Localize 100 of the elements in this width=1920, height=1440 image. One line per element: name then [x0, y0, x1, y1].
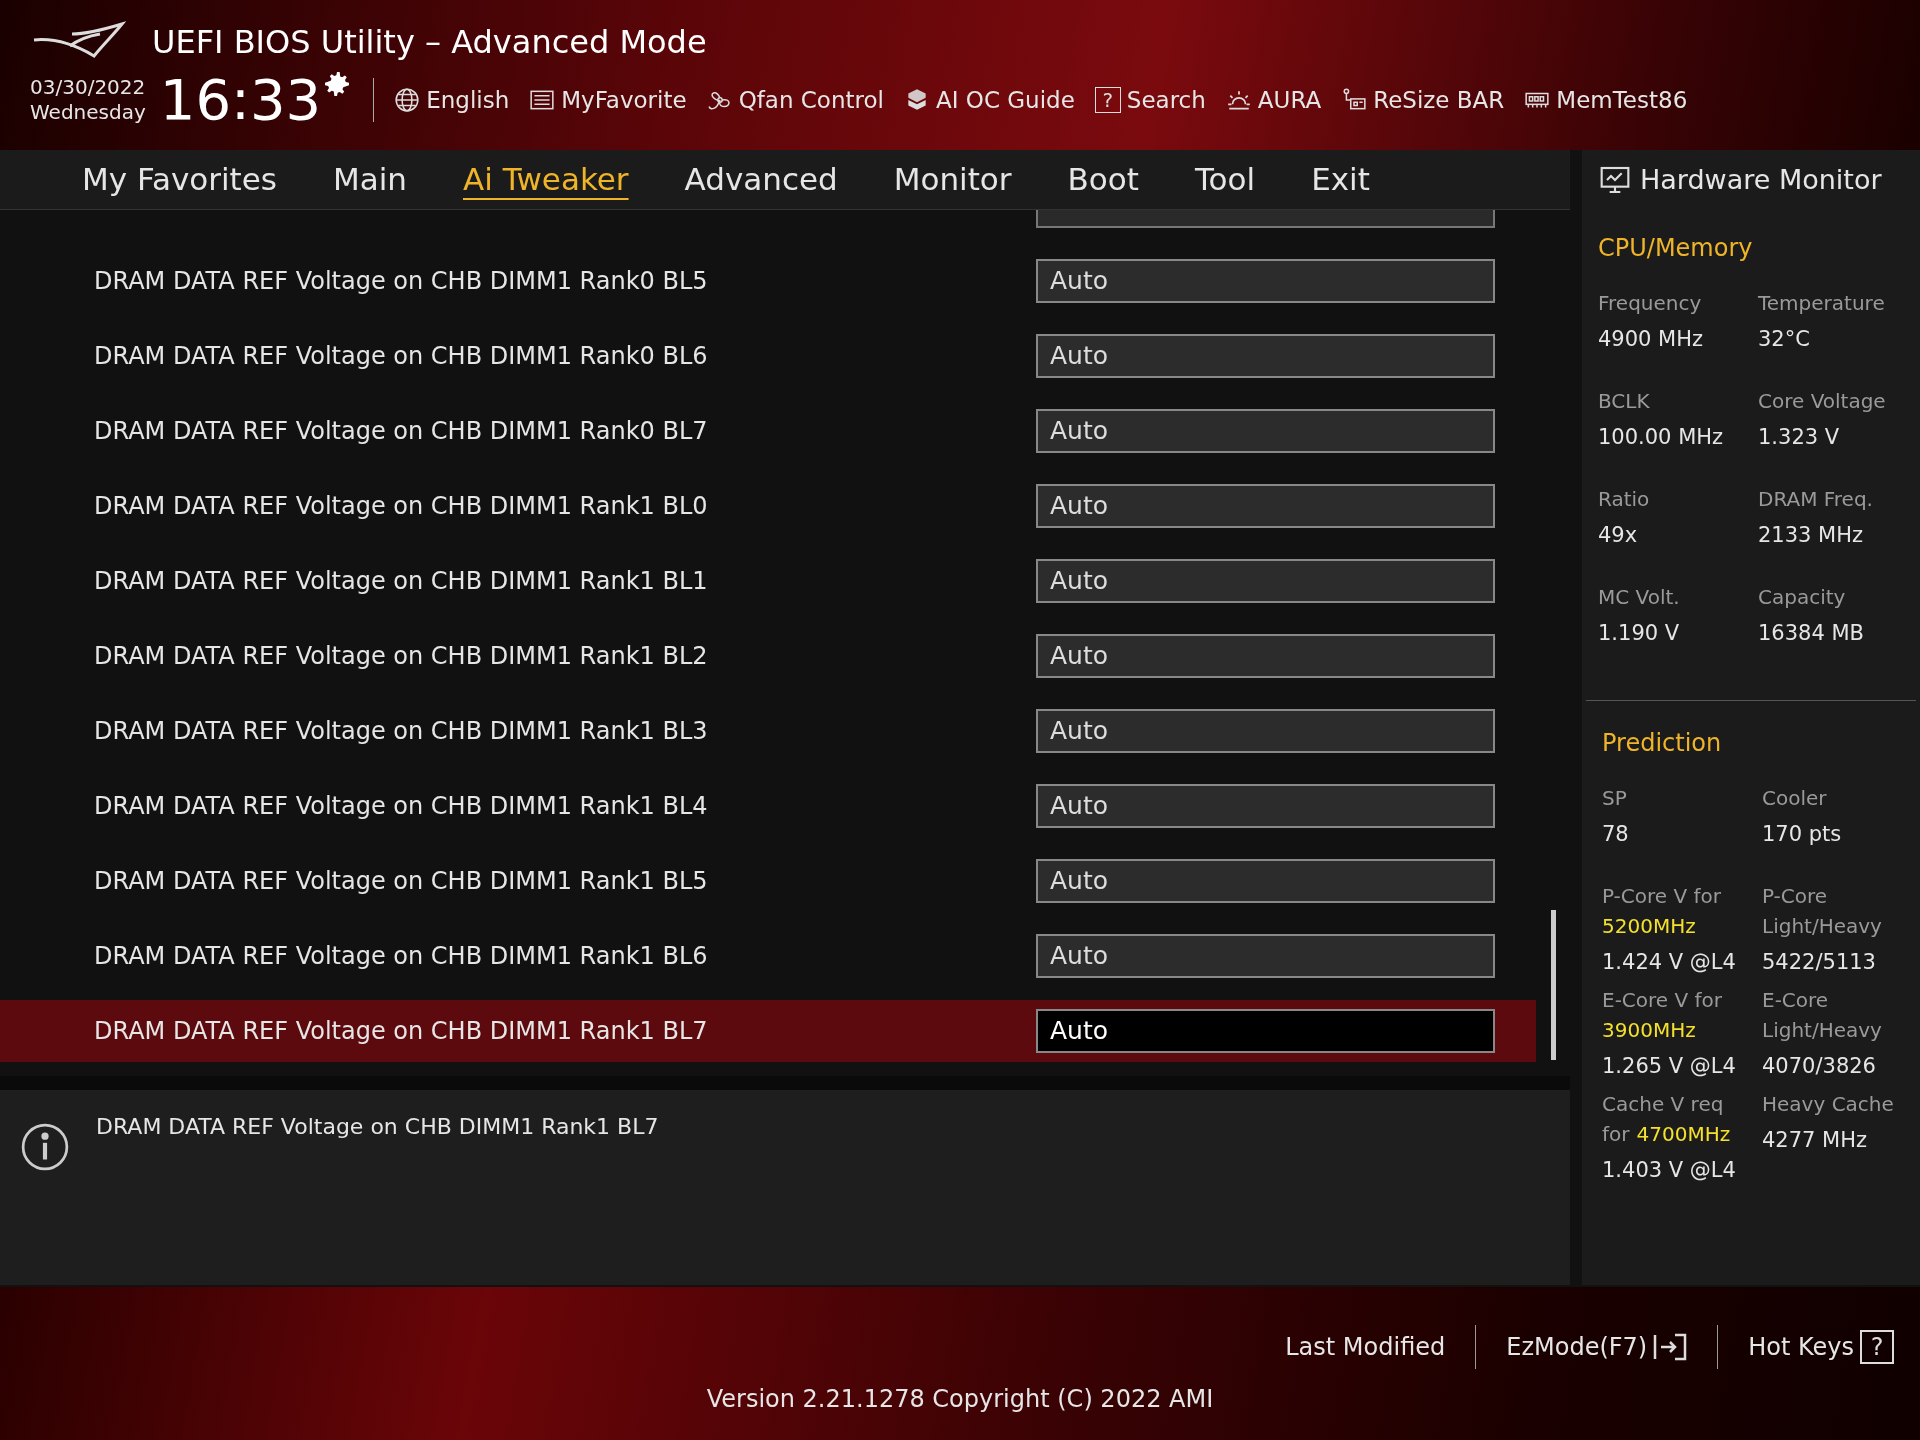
help-text: DRAM DATA REF Voltage on CHB DIMM1 Rank1 BL7 [96, 1113, 659, 1141]
setting-label: DRAM DATA REF Voltage on CHB DIMM1 Rank0 BL5 [94, 266, 709, 297]
globe-icon [394, 87, 421, 113]
setting-label: DRAM DATA REF Voltage on CHB DIMM1 Rank1 BL7 [94, 1016, 709, 1047]
stat-value: 49x [1598, 522, 1639, 549]
footer-button[interactable]: EzMode(F7) [1506, 1329, 1688, 1365]
dropdown-field[interactable]: Auto [1036, 784, 1495, 828]
setting-row[interactable]: DRAM DATA REF Voltage on CHB DIMM1 Rank1 BL5 Auto [0, 850, 1536, 912]
stat-value: 1.265 V @L4 [1602, 1053, 1737, 1080]
section-title: Prediction [1602, 728, 1723, 759]
stat-value: 5422/5113 [1762, 949, 1877, 976]
stat-label: Light/Heavy [1762, 1017, 1882, 1044]
toolbar-button[interactable]: MemTest86 [1524, 82, 1688, 118]
setting-row[interactable]: DRAM DATA REF Voltage on CHB DIMM1 Rank1 BL6 Auto [0, 925, 1536, 987]
frequency-text: 3900MHz [1602, 1017, 1696, 1044]
date-text: 03/30/2022 [30, 75, 146, 100]
stat-value: 170 pts [1762, 821, 1843, 848]
nav-tab[interactable]: My Favorites [82, 156, 277, 203]
nav-tab[interactable]: Boot [1067, 156, 1139, 203]
setting-label: DRAM DATA REF Voltage on CHB DIMM1 Rank1 BL2 [94, 641, 709, 672]
dropdown-field[interactable]: Auto [1036, 1009, 1495, 1053]
help-icon: ? [1094, 87, 1121, 113]
nav-tab[interactable]: Exit [1311, 156, 1370, 203]
stat-label: Temperature [1758, 290, 1885, 317]
clock-text: 16:33 [159, 72, 322, 128]
setting-row[interactable]: DRAM DATA REF Voltage on CHB DIMM1 Rank0 BL6 Auto [0, 325, 1536, 387]
nav-tab[interactable]: Advanced [684, 156, 838, 203]
help-icon: ? [1860, 1330, 1894, 1364]
setting-label: DRAM DATA REF Voltage on CHB DIMM1 Rank0 BL7 [94, 416, 709, 447]
stat-label: E-Core [1762, 987, 1829, 1014]
stat-value: 1.424 V @L4 [1602, 949, 1737, 976]
setting-row[interactable]: DRAM DATA REF Voltage on CHB DIMM1 Rank1 BL0 Auto [0, 475, 1536, 537]
info-icon [20, 1122, 70, 1172]
exit-icon [1653, 1333, 1688, 1361]
toolbar-button[interactable]: MyFavorite [529, 82, 687, 118]
dropdown-field[interactable]: Auto [1036, 709, 1495, 753]
dropdown-field[interactable]: Auto [1036, 334, 1495, 378]
dropdown-field[interactable]: Auto [1036, 409, 1495, 453]
setting-row[interactable]: DRAM DATA REF Voltage on CHB DIMM1 Rank1 BL3 Auto [0, 700, 1536, 762]
stat-value: 1.403 V @L4 [1602, 1157, 1737, 1184]
stat-value: 4277 MHz [1762, 1127, 1869, 1154]
stat-label: Cache V req [1602, 1091, 1724, 1118]
nav-tab[interactable]: Tool [1194, 156, 1256, 203]
setting-label: DRAM DATA REF Voltage on CHB DIMM1 Rank1 BL5 [94, 866, 709, 897]
setting-label: DRAM DATA REF Voltage on CHB DIMM1 Rank1 BL3 [94, 716, 709, 747]
stat-value: 2133 MHz [1758, 522, 1865, 549]
toolbar-button[interactable]: ReSize BAR [1341, 82, 1505, 118]
setting-row[interactable]: DRAM DATA REF Voltage on CHB DIMM1 Rank1 BL2 Auto [0, 625, 1536, 687]
setting-label: DRAM DATA REF Voltage on CHB DIMM1 Rank1 BL1 [94, 566, 709, 597]
stat-value: 4900 MHz [1598, 326, 1705, 353]
nav-tab[interactable]: Ai Tweaker [463, 156, 629, 203]
toolbar-button[interactable]: AI OC Guide [903, 82, 1075, 118]
setting-label: DRAM DATA REF Voltage on CHB DIMM1 Rank0 BL6 [94, 341, 709, 372]
dropdown-field[interactable]: Auto [1036, 859, 1495, 903]
stat-value: 78 [1602, 821, 1630, 848]
footer-button[interactable]: Hot Keys ? [1748, 1329, 1894, 1365]
setting-row[interactable]: DRAM DATA REF Voltage on CHB DIMM1 Rank0 BL5 Auto [0, 250, 1536, 312]
setting-label: DRAM DATA REF Voltage on CHB DIMM1 Rank1 BL6 [94, 941, 709, 972]
toolbar-button[interactable]: English [394, 82, 510, 118]
frequency-text: 4700MHz [1636, 1121, 1731, 1148]
stat-label: MC Volt. [1598, 584, 1680, 611]
stat-value: 32°C [1758, 326, 1811, 353]
stat-label: E-Core V for [1602, 987, 1723, 1014]
toolbar-button[interactable]: Qfan Control [706, 82, 884, 118]
stat-label: Heavy Cache [1762, 1091, 1894, 1118]
dropdown-field[interactable]: Auto [1036, 484, 1495, 528]
frequency-text: 5200MHz [1602, 913, 1696, 940]
stat-label: Ratio [1598, 486, 1650, 513]
dropdown-field[interactable]: Auto [1036, 634, 1495, 678]
setting-row[interactable]: DRAM DATA REF Voltage on CHB DIMM1 Rank1 BL1 Auto [0, 550, 1536, 612]
nav-tab[interactable]: Monitor [893, 156, 1012, 203]
stat-label: for [1602, 1121, 1630, 1148]
panel-title: Hardware Monitor [1640, 162, 1882, 197]
stat-label: DRAM Freq. [1758, 486, 1873, 513]
stat-value: 100.00 MHz [1598, 424, 1725, 451]
setting-row[interactable]: DRAM DATA REF Voltage on CHB DIMM1 Rank1 BL4 Auto [0, 775, 1536, 837]
stat-label: Core Voltage [1758, 388, 1886, 415]
setting-label: DRAM DATA REF Voltage on CHB DIMM1 Rank1 BL0 [94, 491, 709, 522]
input-field[interactable] [1036, 210, 1495, 228]
stat-value: 16384 MB [1758, 620, 1865, 647]
setting-row[interactable]: DRAM DATA REF Voltage on CHB DIMM1 Rank0 BL7 Auto [0, 400, 1536, 462]
monitor-icon [1598, 164, 1632, 196]
dropdown-field[interactable]: Auto [1036, 559, 1495, 603]
toolbar-button[interactable]: ? Search [1094, 82, 1206, 118]
toolbar-button[interactable]: AURA [1225, 82, 1322, 118]
stat-label: Cooler [1762, 785, 1827, 812]
stat-label: SP [1602, 785, 1627, 812]
nav-tab[interactable]: Main [333, 156, 407, 203]
scrollbar-thumb[interactable] [1551, 910, 1556, 1060]
stat-label: BCLK [1598, 388, 1650, 415]
stat-label: Frequency [1598, 290, 1702, 317]
dropdown-field[interactable]: Auto [1036, 934, 1495, 978]
footer-button[interactable]: Last Modified [1285, 1329, 1446, 1365]
version-text: Version 2.21.1278 Copyright (C) 2022 AMI [706, 1384, 1214, 1415]
setting-row[interactable]: DRAM DATA REF Voltage on CHB DIMM1 Rank1 BL7 Auto [0, 1000, 1536, 1062]
stat-value: 1.190 V [1598, 620, 1681, 647]
stat-value: 1.323 V [1758, 424, 1841, 451]
dropdown-field[interactable]: Auto [1036, 259, 1495, 303]
setting-label: DRAM DATA REF Voltage on CHB DIMM1 Rank1 BL4 [94, 791, 709, 822]
window-title: UEFI BIOS Utility – Advanced Mode [152, 22, 707, 63]
